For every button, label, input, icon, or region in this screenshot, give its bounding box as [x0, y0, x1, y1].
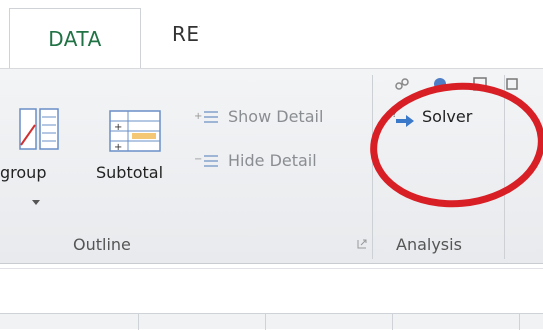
- show-detail-label: Show Detail: [228, 107, 324, 126]
- chevron-down-icon: [32, 200, 40, 205]
- tab-data[interactable]: DATA: [9, 8, 141, 68]
- ribbon-tab-bar: DATA REVIEW: [0, 0, 543, 68]
- svg-text:+: +: [194, 111, 202, 122]
- formula-bar-divider: [0, 268, 543, 269]
- restore-icon[interactable]: [505, 77, 519, 91]
- show-detail-button[interactable]: + Show Detail: [194, 103, 366, 133]
- tab-data-label: DATA: [48, 26, 102, 51]
- tab-bar-cropped-area: [200, 0, 543, 68]
- analysis-group-label: Analysis: [396, 235, 462, 254]
- ungroup-icon: [19, 108, 59, 150]
- ungroup-button[interactable]: group: [0, 107, 80, 217]
- svg-text:+: +: [114, 142, 122, 153]
- subtotal-icon: + +: [109, 110, 161, 153]
- group-separator: [372, 75, 373, 259]
- svg-text:−: −: [194, 154, 202, 165]
- link-icon[interactable]: [395, 77, 409, 91]
- outline-group-label: Outline: [73, 235, 131, 254]
- subtotal-label: Subtotal: [96, 163, 164, 182]
- ungroup-label: group: [0, 163, 47, 182]
- column-header-bar: [0, 313, 543, 330]
- hide-detail-icon: −: [194, 154, 218, 167]
- hide-detail-button[interactable]: − Hide Detail: [194, 147, 366, 177]
- dialog-launcher-icon[interactable]: [357, 239, 367, 249]
- hide-detail-label: Hide Detail: [228, 151, 317, 170]
- subtotal-button[interactable]: + + Subtotal: [94, 107, 176, 207]
- svg-text:+: +: [114, 122, 122, 133]
- show-detail-icon: +: [194, 111, 218, 123]
